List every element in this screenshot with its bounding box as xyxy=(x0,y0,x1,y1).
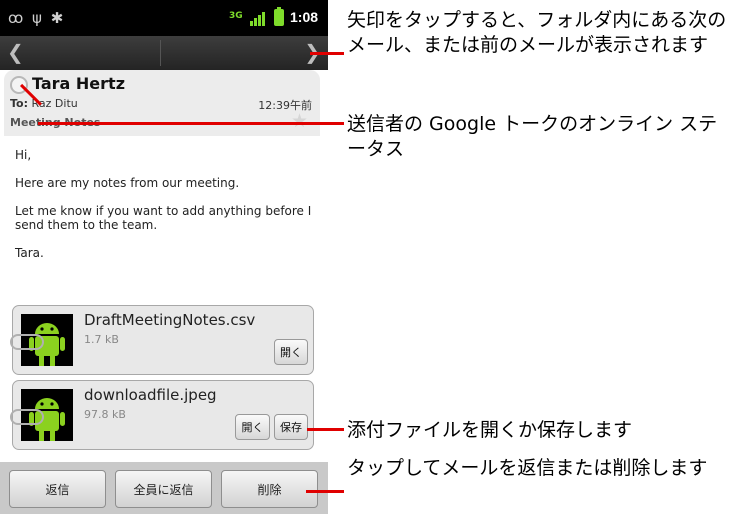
body-paragraph: Here are my notes from our meeting. xyxy=(15,176,240,190)
network-type-label: 3G xyxy=(229,11,243,21)
attachment-size: 1.7 kB xyxy=(84,333,119,346)
attachment-size: 97.8 kB xyxy=(84,408,126,421)
message-nav-bar: ❮ ❯ xyxy=(0,36,328,70)
open-attachment-button[interactable]: 開く xyxy=(274,339,308,365)
chevron-left-icon[interactable]: ❮ xyxy=(7,41,24,63)
email-screen: ꝏ ψ ✱ 3G 1:08 ❮ ❯ Tara Hertz To: Raz Dit… xyxy=(0,0,328,514)
attachment-item: downloadfile.jpeg 97.8 kB 開く 保存 xyxy=(10,380,314,450)
callout-line-attachments xyxy=(307,428,344,431)
nav-divider xyxy=(160,40,161,66)
callout-line-presence xyxy=(38,122,344,125)
callout-line-arrows xyxy=(310,52,344,55)
battery-icon xyxy=(274,7,284,26)
callout-presence-text: 送信者の Google トークのオンライン ステータス xyxy=(347,113,718,160)
delete-button[interactable]: 削除 xyxy=(221,470,318,508)
callout-reply-delete-text: タップしてメールを返信または削除します xyxy=(347,457,708,479)
callout-arrows-text: 矢印をタップすると、フォルダ内にある次のメール、または前のメールが表示されます xyxy=(347,9,727,56)
notification-icons: ꝏ ψ ✱ xyxy=(8,9,66,27)
status-bar: ꝏ ψ ✱ 3G 1:08 xyxy=(0,0,328,36)
callout-line-actions xyxy=(306,490,344,493)
reply-button[interactable]: 返信 xyxy=(9,470,106,508)
body-paragraph: Tara. xyxy=(15,246,44,260)
attachment-name: downloadfile.jpeg xyxy=(84,386,217,404)
action-bar: 返信 全員に返信 削除 xyxy=(0,462,328,514)
callout-attachments-text: 添付ファイルを開くか保存します xyxy=(347,419,633,441)
body-paragraph: Let me know if you want to add anything … xyxy=(15,204,312,232)
signal-icon xyxy=(250,12,268,26)
sender-name[interactable]: Tara Hertz xyxy=(32,74,125,93)
paperclip-icon xyxy=(10,334,44,350)
paperclip-icon xyxy=(10,409,44,425)
recipient-row: To: Raz Ditu xyxy=(10,97,78,110)
star-icon[interactable]: ★ xyxy=(291,110,308,132)
reply-all-button[interactable]: 全員に返信 xyxy=(115,470,212,508)
message-body: Hi, Here are my notes from our meeting. … xyxy=(15,148,315,260)
to-label: To: xyxy=(10,97,28,110)
message-header: Tara Hertz To: Raz Ditu 12:39午前 Meeting … xyxy=(4,70,320,136)
attachment-item: DraftMeetingNotes.csv 1.7 kB 開く xyxy=(10,305,314,375)
status-clock: 1:08 xyxy=(290,9,319,25)
save-attachment-button[interactable]: 保存 xyxy=(274,414,308,440)
open-attachment-button[interactable]: 開く xyxy=(235,414,270,440)
body-paragraph: Hi, xyxy=(15,148,32,162)
attachment-name: DraftMeetingNotes.csv xyxy=(84,311,256,329)
